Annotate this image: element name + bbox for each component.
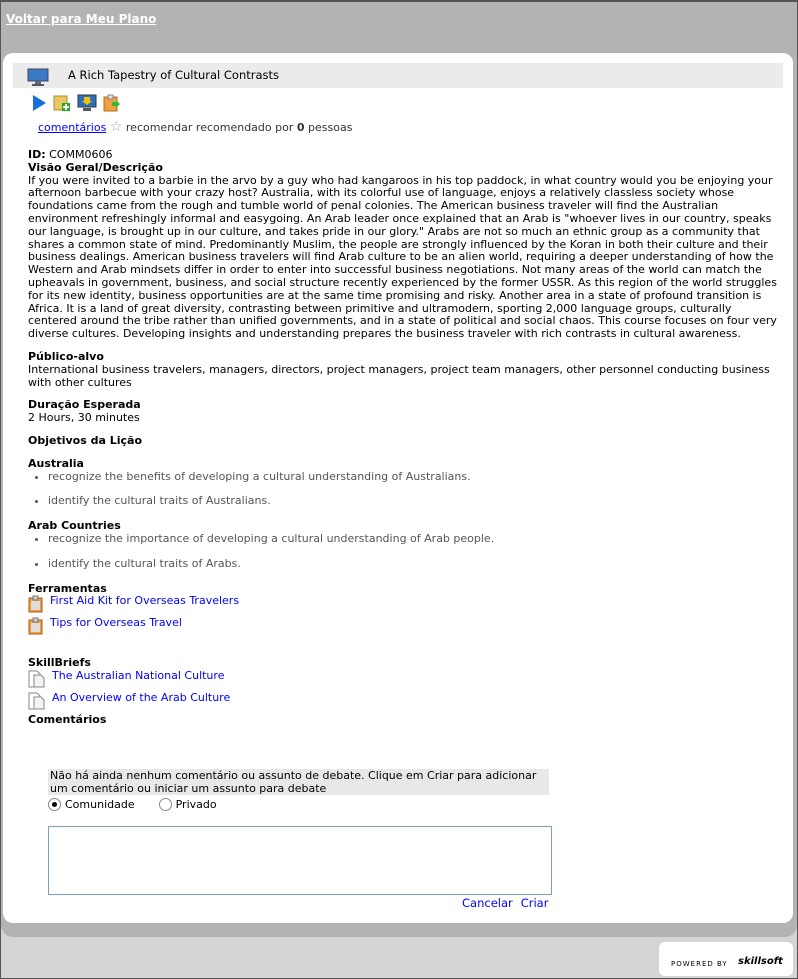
cancel-button[interactable]: Cancelar <box>462 896 513 910</box>
document-icon <box>28 692 45 710</box>
action-icons <box>31 94 121 112</box>
course-id: COMM0606 <box>49 148 113 161</box>
objective-item: identify the cultural traits of Arabs. <box>48 557 778 571</box>
add-to-plan-icon[interactable] <box>53 94 71 112</box>
skillbrief-link[interactable]: The Australian National Culture <box>28 669 778 688</box>
clipboard-icon <box>28 595 43 613</box>
objective-group-title: Australia <box>28 456 84 470</box>
overview-text: If you were invited to a barbie in the a… <box>28 173 777 341</box>
radio-private-label[interactable]: Privado <box>176 798 217 811</box>
comment-actions: Cancelar Criar <box>462 896 548 910</box>
play-icon[interactable] <box>31 94 47 112</box>
id-label: ID: <box>28 148 46 161</box>
recommended-by-label: recomendado por <box>195 121 294 134</box>
comments-link[interactable]: comentários <box>38 121 106 134</box>
people-label: pessoas <box>308 121 353 134</box>
course-title: A Rich Tapestry of Cultural Contrasts <box>68 68 280 82</box>
duration-heading: Duração Esperada <box>28 398 141 412</box>
tool-link[interactable]: First Aid Kit for Overseas Travelers <box>28 595 778 613</box>
objectives-heading: Objetivos da Lição <box>28 433 142 447</box>
radio-community-label[interactable]: Comunidade <box>65 798 135 811</box>
overview-heading: Visão Geral/Descrição <box>28 160 163 174</box>
objective-item: recognize the importance of developing a… <box>48 532 778 546</box>
recommend-count: 0 <box>296 121 305 134</box>
create-button[interactable]: Criar <box>521 896 549 910</box>
clipboard-icon <box>28 617 43 635</box>
comments-heading: Comentários <box>28 713 107 727</box>
powered-by-text: POWERED BY <box>671 960 728 968</box>
social-bar: comentários ☆ recomendar recomendado por… <box>38 119 352 135</box>
tool-link[interactable]: Tips for Overseas Travel <box>28 617 778 635</box>
tool-label[interactable]: Tips for Overseas Travel <box>50 617 182 630</box>
skillbrief-label[interactable]: The Australian National Culture <box>52 669 224 683</box>
objective-item: recognize the benefits of developing a c… <box>48 470 778 484</box>
course-details: ID: COMM0606 Visão Geral/Descrição If yo… <box>28 148 778 727</box>
comments-box: Não há ainda nenhum comentário ou assunt… <box>48 769 549 811</box>
export-icon[interactable] <box>103 94 121 112</box>
objective-list: recognize the benefits of developing a c… <box>48 470 778 509</box>
document-icon <box>28 670 45 688</box>
back-to-plan-link[interactable]: Voltar para Meu Plano <box>6 12 156 26</box>
skillbrief-link[interactable]: An Overview of the Arab Culture <box>28 691 778 710</box>
powered-by-footer: POWERED BY skillsoft <box>659 942 793 976</box>
comment-textarea[interactable] <box>48 826 552 895</box>
duration-text: 2 Hours, 30 minutes <box>28 411 140 425</box>
recommend-label[interactable]: recomendar <box>126 121 193 134</box>
monitor-icon <box>27 68 49 86</box>
download-icon[interactable] <box>77 94 97 112</box>
radio-button[interactable] <box>158 798 172 811</box>
audience-text: International business travelers, manage… <box>28 362 770 389</box>
audience-heading: Público-alvo <box>28 349 104 363</box>
objective-item: identify the cultural traits of Australi… <box>48 495 778 508</box>
star-icon[interactable]: ☆ <box>110 119 123 135</box>
radio-community[interactable]: Comunidade <box>48 798 135 811</box>
tool-label[interactable]: First Aid Kit for Overseas Travelers <box>50 595 239 608</box>
objective-group-title: Arab Countries <box>28 519 121 533</box>
skillbrief-label[interactable]: An Overview of the Arab Culture <box>52 691 230 705</box>
skillsoft-logo: skillsoft <box>738 956 783 967</box>
radio-private[interactable]: Privado <box>158 798 217 811</box>
course-title-bar: A Rich Tapestry of Cultural Contrasts <box>13 63 783 88</box>
no-comments-message: Não há ainda nenhum comentário ou assunt… <box>48 769 549 795</box>
objective-list: recognize the importance of developing a… <box>48 532 778 571</box>
visibility-options: Comunidade Privado <box>48 798 549 811</box>
radio-button-checked[interactable] <box>48 798 61 811</box>
course-panel: A Rich Tapestry of Cultural Contrasts co… <box>3 53 793 923</box>
